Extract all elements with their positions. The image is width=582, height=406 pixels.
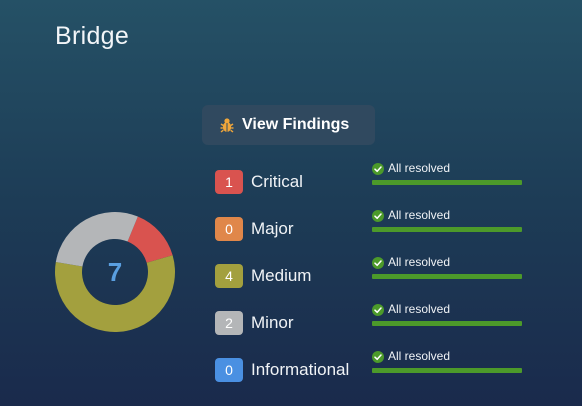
resolution-progress-bar — [372, 274, 522, 279]
severity-label: Medium — [251, 266, 312, 285]
resolution-status: All resolved — [372, 349, 522, 380]
status-text: All resolved — [388, 349, 451, 363]
resolution-status: All resolved — [372, 208, 522, 239]
resolution-progress-fill — [372, 227, 522, 232]
severity-label: Informational — [251, 360, 350, 379]
resolution-progress-bar — [372, 227, 522, 232]
severity-label: Major — [251, 219, 294, 238]
severity-label: Minor — [251, 313, 294, 332]
severity-row-critical: 1 Critical All resolved — [215, 161, 535, 198]
page-title: Bridge — [55, 22, 130, 50]
resolution-progress-bar — [372, 180, 522, 185]
check-circle-icon — [372, 256, 384, 269]
resolution-status: All resolved — [372, 161, 522, 192]
status-text: All resolved — [388, 161, 451, 175]
status-text: All resolved — [388, 208, 451, 222]
severity-row-minor: 2 Minor All resolved — [215, 302, 535, 339]
check-circle-icon — [372, 162, 384, 175]
resolution-status: All resolved — [372, 255, 522, 286]
resolution-status: All resolved — [372, 302, 522, 333]
resolution-progress-fill — [372, 368, 522, 373]
view-findings-button[interactable]: View Findings — [202, 105, 375, 145]
check-circle-icon — [372, 303, 384, 316]
resolution-progress-fill — [372, 274, 522, 279]
severity-count-badge: 1 — [215, 170, 243, 194]
view-findings-label: View Findings — [242, 116, 350, 133]
resolution-progress-fill — [372, 180, 522, 185]
severity-row-medium: 4 Medium All resolved — [215, 255, 535, 292]
severity-count-badge: 4 — [215, 264, 243, 288]
severity-count-badge: 0 — [215, 217, 243, 241]
resolution-progress-fill — [372, 321, 522, 326]
severity-label: Critical — [251, 172, 303, 191]
check-circle-icon — [372, 350, 384, 363]
total-findings-count: 7 — [107, 256, 123, 287]
status-text: All resolved — [388, 302, 451, 316]
severity-count-badge: 0 — [215, 358, 243, 382]
resolution-progress-bar — [372, 368, 522, 373]
bug-icon — [218, 116, 236, 134]
severity-count-badge: 2 — [215, 311, 243, 335]
severity-row-informational: 0 Informational All resolved — [215, 349, 535, 386]
severity-row-major: 0 Major All resolved — [215, 208, 535, 245]
check-circle-icon — [372, 209, 384, 222]
resolution-progress-bar — [372, 321, 522, 326]
status-text: All resolved — [388, 255, 451, 269]
